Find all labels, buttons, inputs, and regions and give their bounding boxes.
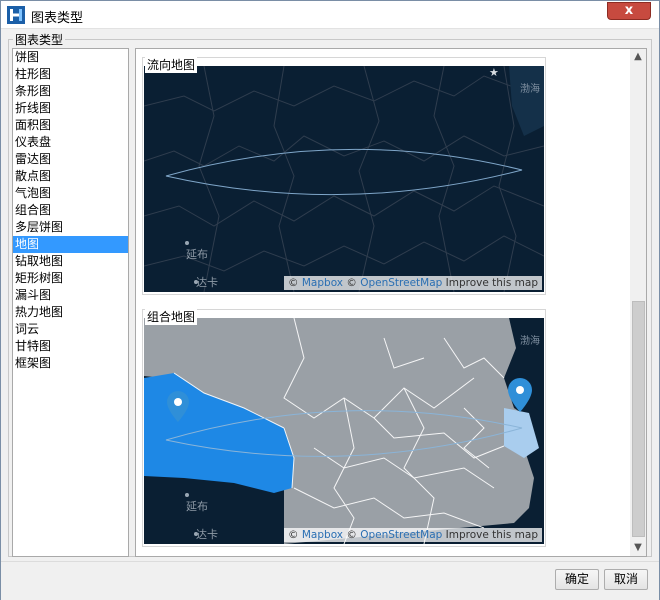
window-title: 图表类型 — [31, 11, 84, 26]
app-logo-icon — [7, 6, 25, 24]
chart-type-item[interactable]: 条形图 — [13, 83, 128, 100]
group-title: 图表类型 — [13, 31, 66, 48]
improve-map-link[interactable]: Improve this map — [442, 277, 538, 289]
chart-type-list[interactable]: 饼图 柱形图 条形图 折线图 面积图 仪表盘 雷达图 散点图 气泡图 组合图 多层饼图 地图 钻取地图矩… — [12, 48, 129, 557]
attribution-text: © — [343, 277, 361, 289]
dialog-footer: 确定 取消 — [1, 561, 659, 600]
chart-type-item[interactable]: 雷达图 — [13, 151, 128, 168]
flow-map-image[interactable]: ★ 渤海 延布 达卡 © Mapbox © OpenStreetMap Impr… — [144, 66, 544, 292]
mapbox-link[interactable]: Mapbox — [302, 529, 343, 541]
attribution-text: © — [343, 529, 361, 541]
scroll-thumb[interactable] — [632, 301, 645, 537]
osm-link[interactable]: OpenStreetMap — [360, 529, 442, 541]
chart-type-item[interactable]: 面积图 — [13, 117, 128, 134]
improve-map-link[interactable]: Improve this map — [442, 529, 538, 541]
attribution-text: © — [288, 529, 302, 541]
chart-type-item[interactable]: 矩形树图 — [13, 270, 128, 287]
chart-type-item[interactable]: 漏斗图 — [13, 287, 128, 304]
ok-button[interactable]: 确定 — [555, 569, 599, 590]
chart-type-item[interactable]: 组合图 — [13, 202, 128, 219]
chart-type-item[interactable]: 多层饼图 — [13, 219, 128, 236]
chart-type-dialog: 图表类型 x 图表类型 饼图 柱形图 条形图 折线图 面积图 仪表盘 雷达图 散点图 气泡图 组合… — [0, 0, 660, 600]
chart-type-item[interactable]: 框架图 — [13, 355, 128, 372]
chart-type-item[interactable]: 热力地图 — [13, 304, 128, 321]
chart-type-item[interactable]: 饼图 — [13, 49, 128, 66]
chart-type-item[interactable]: 钻取地图 — [13, 253, 128, 270]
combo-map-image[interactable]: 渤海 延布 达卡 © Mapbox © OpenStreetMap Improv… — [144, 318, 544, 544]
close-button[interactable]: x — [607, 2, 651, 20]
chart-type-item[interactable]: 甘特图 — [13, 338, 128, 355]
preview-card-combo-map[interactable]: 组合地图 渤海 延布 达卡 © Mapbox © OpenStreetMap I… — [142, 308, 546, 547]
chevron-down-icon[interactable]: ▼ — [630, 540, 646, 556]
chart-type-item[interactable]: 气泡图 — [13, 185, 128, 202]
city-label: 延布 — [186, 248, 208, 261]
title-bar: 图表类型 x — [1, 1, 659, 29]
city-label: 达卡 — [196, 276, 218, 289]
sea-label: 渤海 — [520, 84, 540, 95]
close-icon: x — [624, 3, 634, 18]
chart-type-item[interactable]: 地图 — [13, 236, 128, 253]
city-label: 延布 — [186, 500, 208, 513]
attribution-text: © — [288, 277, 302, 289]
cancel-button[interactable]: 取消 — [604, 569, 648, 590]
preview-title: 组合地图 — [145, 308, 198, 325]
chevron-up-icon[interactable]: ▲ — [630, 49, 646, 65]
mapbox-link[interactable]: Mapbox — [302, 277, 343, 289]
city-label: 达卡 — [196, 528, 218, 541]
chart-type-item[interactable]: 折线图 — [13, 100, 128, 117]
preview-card-flow-map[interactable]: 流向地图 ★ 渤海 延布 达卡 © Mapbox © OpenStreetMap… — [142, 56, 546, 295]
preview-scrollbar[interactable]: ▲ ▼ — [630, 49, 646, 556]
chart-type-item[interactable]: 柱形图 — [13, 66, 128, 83]
map-attribution: © Mapbox © OpenStreetMap Improve this ma… — [284, 276, 542, 290]
chart-type-item[interactable]: 散点图 — [13, 168, 128, 185]
svg-text:★: ★ — [489, 66, 499, 79]
map-attribution: © Mapbox © OpenStreetMap Improve this ma… — [284, 528, 542, 542]
osm-link[interactable]: OpenStreetMap — [360, 277, 442, 289]
chart-type-item[interactable]: 词云 — [13, 321, 128, 338]
preview-title: 流向地图 — [145, 56, 198, 73]
preview-pane[interactable]: 流向地图 ★ 渤海 延布 达卡 © Mapbox © OpenStreetMap… — [135, 48, 647, 557]
sea-label: 渤海 — [520, 336, 540, 347]
chart-type-item[interactable]: 仪表盘 — [13, 134, 128, 151]
